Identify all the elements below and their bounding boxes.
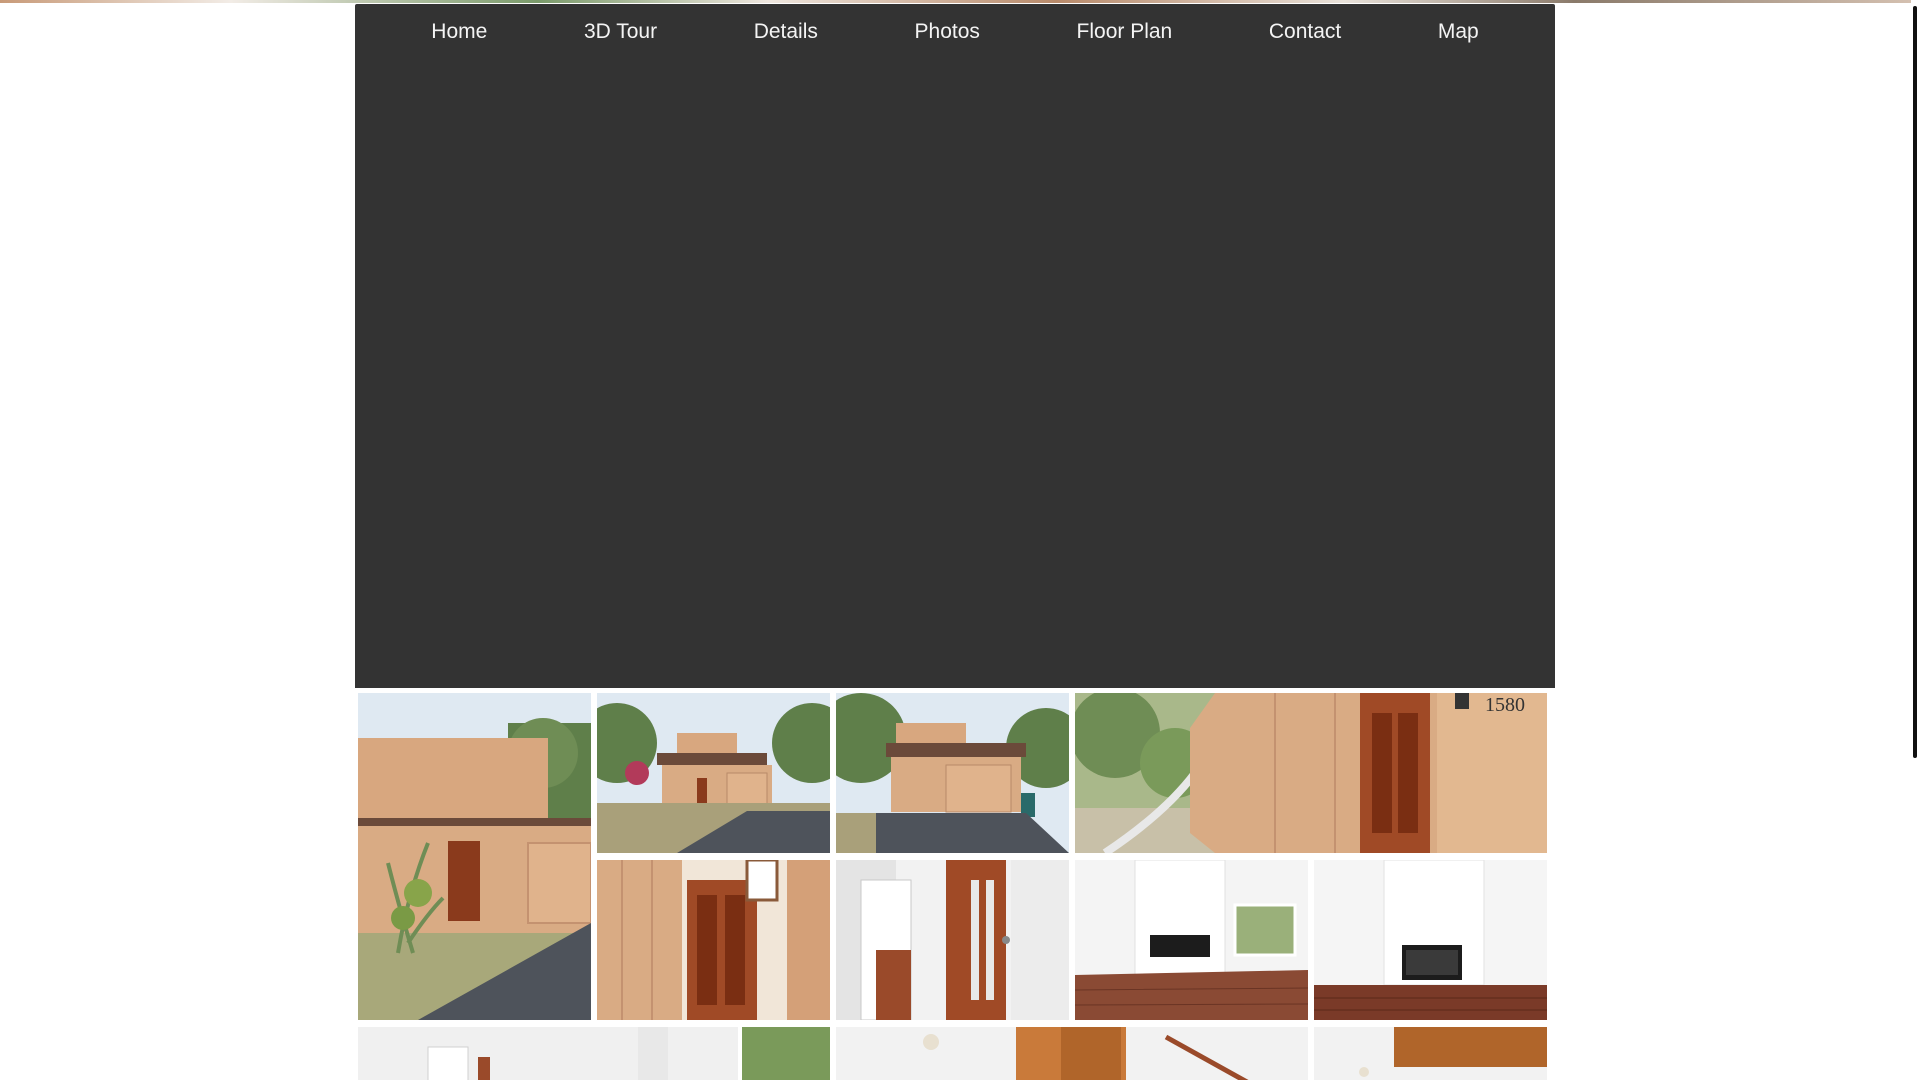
nav-photos-link[interactable]: Photos bbox=[905, 21, 990, 42]
gallery-photo-living-room[interactable] bbox=[1075, 860, 1308, 1020]
page-scrollbar[interactable] bbox=[1911, 0, 1920, 1080]
gallery-photo-kitchen[interactable] bbox=[1314, 1027, 1547, 1080]
gallery-photo-interior-hall[interactable] bbox=[358, 1027, 830, 1080]
gallery-photo-entry-wide[interactable]: 1580 bbox=[1075, 693, 1547, 853]
gallery-photo-fireplace[interactable] bbox=[1314, 860, 1547, 1020]
gallery-photo-exterior-driveway[interactable] bbox=[597, 693, 830, 853]
hero-media-area bbox=[355, 58, 1555, 688]
gallery-photo-entry-interior[interactable] bbox=[836, 860, 1069, 1020]
nav-details-link[interactable]: Details bbox=[744, 21, 828, 42]
nav-contact-link[interactable]: Contact bbox=[1259, 21, 1351, 42]
nav-map-link[interactable]: Map bbox=[1428, 21, 1489, 42]
nav-menu: Home 3D Tour Details Photos Floor Plan C… bbox=[355, 4, 1555, 64]
gallery-photo-house-front[interactable] bbox=[358, 693, 591, 1020]
nav-home-link[interactable]: Home bbox=[421, 21, 497, 42]
nav-3d-tour-link[interactable]: 3D Tour bbox=[574, 21, 667, 42]
gallery-photo-exterior-garage[interactable] bbox=[836, 693, 1069, 853]
top-photo-strip bbox=[0, 0, 1920, 3]
scrollbar-thumb[interactable] bbox=[1913, 6, 1917, 758]
nav-floor-plan-link[interactable]: Floor Plan bbox=[1067, 21, 1183, 42]
main-navbar: Home 3D Tour Details Photos Floor Plan C… bbox=[355, 4, 1555, 64]
gallery-photo-front-door[interactable] bbox=[597, 860, 830, 1020]
house-number-text: 1580 bbox=[1485, 694, 1525, 716]
gallery-photo-interior-stairs[interactable] bbox=[836, 1027, 1308, 1080]
page: Home 3D Tour Details Photos Floor Plan C… bbox=[0, 0, 1920, 1080]
